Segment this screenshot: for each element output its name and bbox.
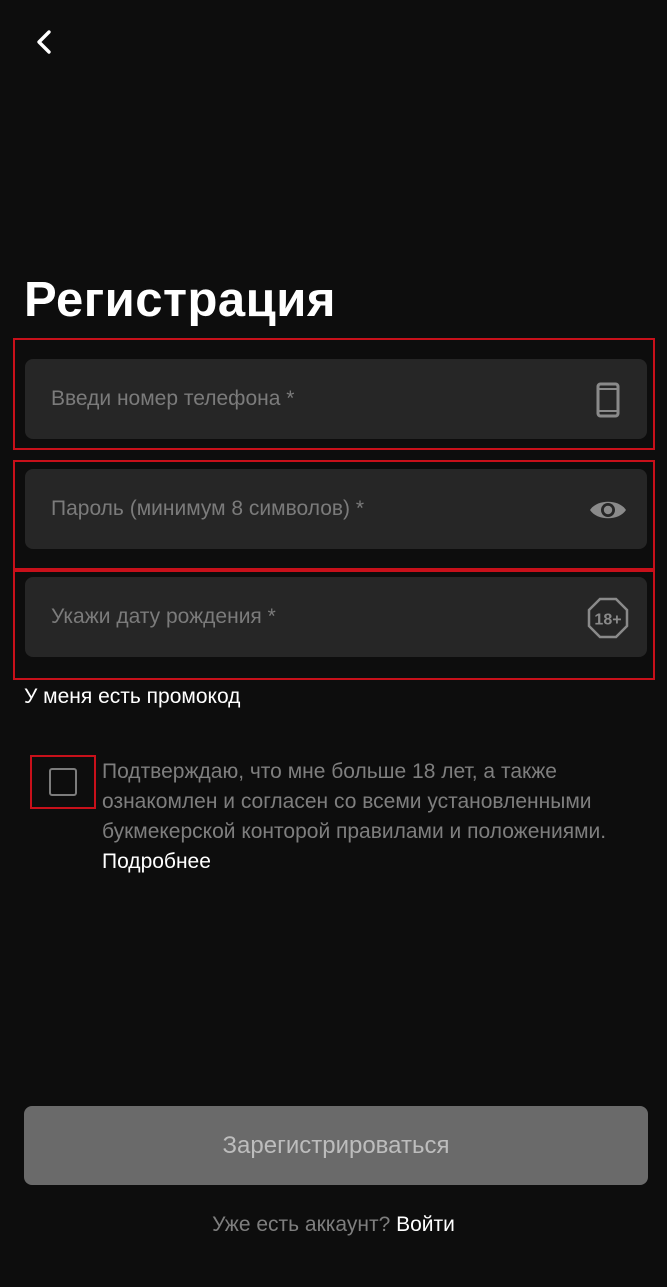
- login-link[interactable]: Войти: [396, 1213, 455, 1236]
- smartphone-icon: [587, 379, 629, 421]
- birthdate-input[interactable]: [25, 577, 565, 657]
- eye-icon[interactable]: [587, 489, 629, 531]
- agreement-body: Подтверждаю, что мне больше 18 лет, а та…: [102, 760, 607, 843]
- birthdate-field[interactable]: 18+: [25, 577, 647, 657]
- login-row: Уже есть аккаунт? Войти: [0, 1210, 667, 1240]
- password-input[interactable]: [25, 469, 565, 549]
- agreement-more-link[interactable]: Подробнее: [102, 850, 211, 873]
- checkbox-highlight: [30, 755, 96, 809]
- agreement-text: Подтверждаю, что мне больше 18 лет, а та…: [102, 757, 662, 877]
- age-18-plus-icon: 18+: [587, 597, 629, 639]
- password-field-highlight: [13, 460, 655, 572]
- page-title: Регистрация: [24, 273, 337, 327]
- password-field[interactable]: [25, 469, 647, 549]
- chevron-left-icon: [37, 30, 51, 54]
- phone-field-highlight: [13, 338, 655, 450]
- birthdate-field-highlight: 18+: [13, 568, 655, 680]
- promo-code-link[interactable]: У меня есть промокод: [24, 685, 240, 709]
- phone-field[interactable]: [25, 359, 647, 439]
- phone-input[interactable]: [25, 359, 565, 439]
- register-button[interactable]: Зарегистрироваться: [24, 1106, 648, 1185]
- back-button[interactable]: [24, 22, 64, 62]
- login-prompt: Уже есть аккаунт?: [212, 1213, 391, 1236]
- age-18-plus-label: 18+: [594, 612, 621, 629]
- agreement-checkbox[interactable]: [49, 768, 77, 796]
